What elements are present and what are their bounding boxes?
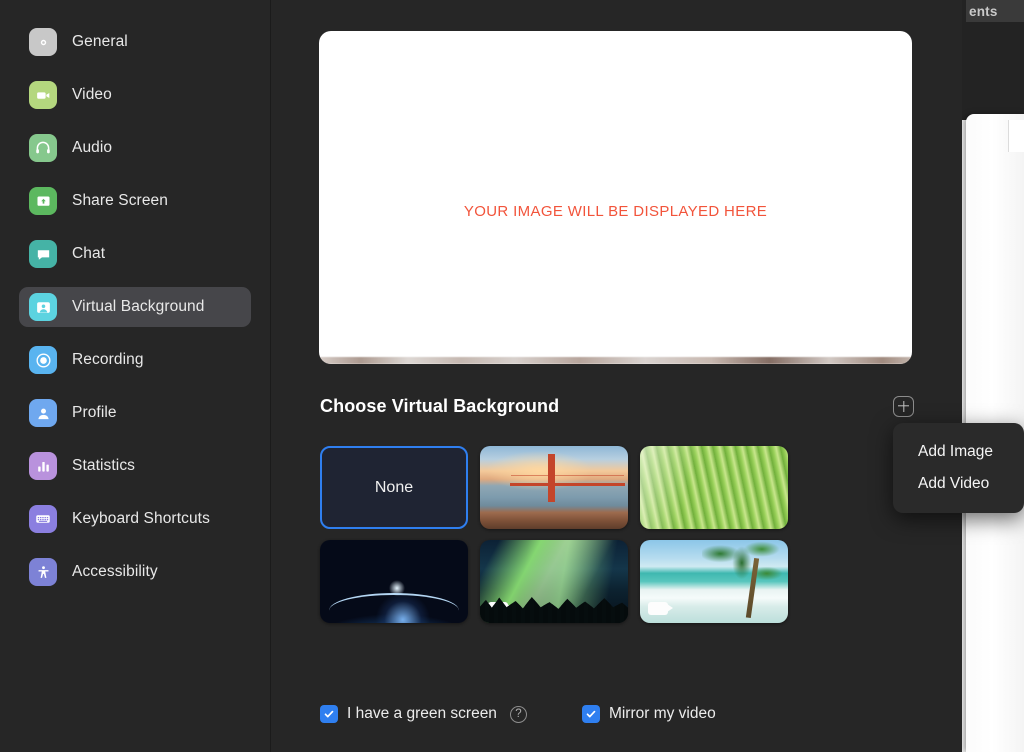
sidebar-item-share-screen[interactable]: Share Screen [19, 181, 251, 221]
sidebar-item-label: Accessibility [72, 563, 158, 580]
mirror-video-label: Mirror my video [608, 705, 716, 722]
settings-window: General Video Audio Share Screen Chat Vi… [0, 0, 962, 752]
background-thumbnail-grid: None [320, 446, 940, 623]
sidebar-item-label: Virtual Background [72, 298, 205, 315]
mirror-video-option: Mirror my video [581, 705, 716, 723]
video-preview[interactable]: YOUR IMAGE WILL BE DISPLAYED HERE [319, 31, 912, 364]
video-badge-icon [488, 602, 513, 615]
sidebar-item-label: Statistics [72, 457, 136, 474]
sidebar-item-audio[interactable]: Audio [19, 128, 251, 168]
thumbnail-golden-gate-bridge[interactable] [480, 446, 628, 529]
sidebar-item-statistics[interactable]: Statistics [19, 446, 251, 486]
section-title: Choose Virtual Background [320, 395, 560, 416]
share-screen-icon [29, 187, 57, 215]
video-badge-icon [648, 602, 673, 615]
screen: ents General Video Audio Share Screen Ch… [0, 0, 1024, 752]
person-icon [29, 399, 57, 427]
record-icon [29, 346, 57, 374]
preview-placeholder-text: YOUR IMAGE WILL BE DISPLAYED HERE [463, 203, 768, 220]
settings-sidebar: General Video Audio Share Screen Chat Vi… [0, 0, 271, 752]
thumbnail-none[interactable]: None [320, 446, 468, 529]
thumbnail-grass[interactable] [640, 446, 788, 529]
keyboard-icon [29, 505, 57, 533]
virtual-background-icon [29, 293, 57, 321]
sidebar-item-chat[interactable]: Chat [19, 234, 251, 274]
sidebar-item-label: General [72, 33, 128, 50]
background-window-edge [1008, 120, 1024, 152]
sidebar-item-label: Chat [72, 245, 106, 262]
green-screen-checkbox[interactable] [320, 705, 338, 723]
gear-icon [29, 28, 57, 56]
sidebar-item-video[interactable]: Video [19, 75, 251, 115]
green-screen-option: I have a green screen ? [320, 705, 527, 723]
sidebar-item-virtual-background[interactable]: Virtual Background [19, 287, 251, 327]
section-header: Choose Virtual Background [320, 392, 914, 420]
sidebar-item-profile[interactable]: Profile [19, 393, 251, 433]
add-background-context-menu: Add Image Add Video [893, 423, 1024, 513]
sidebar-item-recording[interactable]: Recording [19, 340, 251, 380]
virtual-background-options: I have a green screen ? Mirror my video [320, 705, 716, 723]
accessibility-icon [29, 558, 57, 586]
thumbnail-earth-from-space[interactable] [320, 540, 468, 623]
help-icon[interactable]: ? [509, 705, 527, 723]
menu-item-add-video[interactable]: Add Video [893, 468, 1024, 500]
thumbnail-tropical-beach[interactable] [640, 540, 788, 623]
preview-image-strip [319, 357, 912, 364]
mirror-video-checkbox[interactable] [581, 705, 600, 723]
background-window-tab-label[interactable]: ents [966, 0, 1024, 22]
sidebar-item-general[interactable]: General [19, 22, 251, 62]
add-background-button[interactable] [893, 395, 914, 417]
headphones-icon [29, 134, 57, 162]
virtual-background-panel: YOUR IMAGE WILL BE DISPLAYED HERE Choose… [272, 0, 962, 752]
sidebar-item-accessibility[interactable]: Accessibility [19, 552, 251, 592]
thumbnail-label: None [374, 478, 414, 496]
video-camera-icon [29, 81, 57, 109]
menu-item-add-image[interactable]: Add Image [893, 436, 1024, 468]
sidebar-item-label: Profile [72, 404, 117, 421]
bar-chart-icon [29, 452, 57, 480]
sidebar-item-label: Recording [72, 351, 144, 368]
green-screen-label: I have a green screen [347, 705, 497, 722]
chat-bubble-icon [29, 240, 57, 268]
sidebar-item-keyboard-shortcuts[interactable]: Keyboard Shortcuts [19, 499, 251, 539]
thumbnail-aurora-forest[interactable] [480, 540, 628, 623]
sidebar-item-label: Audio [72, 139, 113, 156]
sidebar-item-label: Video [72, 86, 112, 103]
sidebar-item-label: Share Screen [72, 192, 168, 209]
sidebar-item-label: Keyboard Shortcuts [72, 510, 210, 527]
